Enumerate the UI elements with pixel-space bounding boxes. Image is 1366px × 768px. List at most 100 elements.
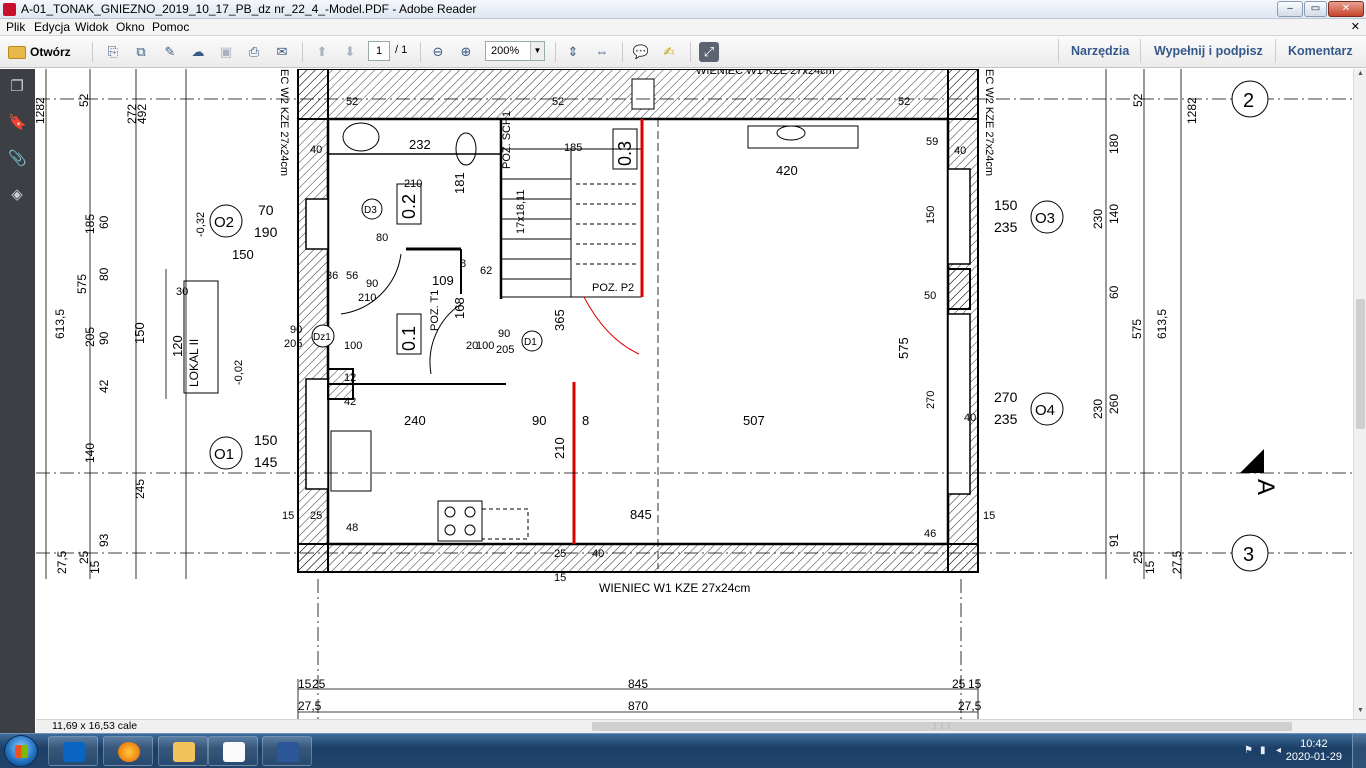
edit-icon[interactable]: ✎: [160, 42, 180, 62]
room-0-3: 0.3: [615, 141, 635, 166]
menu-widok[interactable]: Widok: [75, 20, 108, 34]
layers-icon[interactable]: ◈: [8, 185, 26, 205]
axis-2: 2: [1243, 90, 1254, 112]
sd-46: 46: [924, 528, 936, 540]
tag-o3-top: 150: [994, 197, 1018, 213]
pages-icon[interactable]: ❐: [8, 77, 26, 97]
sd-20: 20: [466, 340, 478, 352]
floor-plan-drawing: 1282 272 492 613,5 245 93 27,5 52 185 60…: [36, 69, 1353, 719]
close-document-icon[interactable]: ✕: [1351, 20, 1360, 33]
axis-markers: 2 3 A: [1231, 80, 1279, 572]
flag-icon[interactable]: ⚑: [1244, 745, 1256, 757]
taskbar-explorer[interactable]: [158, 736, 208, 766]
chevron-down-icon[interactable]: ▼: [530, 42, 544, 60]
tools-link[interactable]: Narzędzia: [1071, 44, 1129, 58]
label-181: 181: [452, 172, 467, 194]
open-button[interactable]: Otwórz: [6, 42, 71, 62]
sd-15b: 15: [983, 510, 995, 522]
attachment-icon[interactable]: 📎: [8, 149, 27, 169]
upload-cloud-icon[interactable]: ☁: [188, 42, 208, 62]
toolbar-separator: [302, 42, 303, 62]
beam-label-top: WIENIEC W1 KZE 27x24cm: [696, 69, 835, 77]
bd-15b: 15: [968, 677, 982, 691]
save-icon[interactable]: ▣: [216, 42, 236, 62]
label-420: 420: [776, 163, 798, 178]
sd-52b: 52: [552, 96, 564, 108]
taskbar-firefox[interactable]: [103, 736, 153, 766]
dim-right-180: 180: [1107, 134, 1121, 154]
sd-150: 150: [925, 206, 937, 224]
fill-sign-link[interactable]: Wypełnij i podpisz: [1154, 44, 1263, 58]
toolbar-separator: [1275, 39, 1276, 63]
poz-t1: POZ. T1: [429, 290, 441, 331]
show-desktop-button[interactable]: [1352, 734, 1366, 768]
label-150-left: 150: [132, 322, 147, 344]
highlight-icon[interactable]: ✍: [659, 42, 679, 62]
scroll-up-icon[interactable]: ▲: [1355, 70, 1366, 81]
fit-page-icon[interactable]: ⇕: [563, 42, 583, 62]
sd-40d: 40: [592, 548, 604, 560]
email-icon[interactable]: ✉: [272, 42, 292, 62]
bookmark-icon[interactable]: 🔖: [8, 113, 27, 133]
document-view[interactable]: 1282 272 492 613,5 245 93 27,5 52 185 60…: [36, 69, 1353, 719]
dim-left-6135: 613,5: [53, 309, 67, 339]
zoom-out-icon[interactable]: ⊖: [428, 42, 448, 62]
comment-link[interactable]: Komentarz: [1288, 44, 1353, 58]
zoom-select[interactable]: 200% ▼: [485, 41, 545, 61]
label-120: 120: [170, 335, 185, 357]
menu-pomoc[interactable]: Pomoc: [152, 20, 189, 34]
toolbar-separator: [420, 42, 421, 62]
toolbar-separator: [1140, 39, 1141, 63]
menu-okno[interactable]: Okno: [116, 20, 145, 34]
sd-205: 205: [496, 344, 514, 356]
next-page-icon[interactable]: ⬇: [340, 42, 360, 62]
tag-o1-bottom: 145: [254, 454, 278, 470]
sd-185: 185: [564, 142, 582, 154]
combine-files-icon[interactable]: ⧉: [131, 42, 151, 62]
taskbar-outlook[interactable]: [48, 736, 98, 766]
sd-205b: 205: [284, 338, 302, 350]
scroll-down-icon[interactable]: ▼: [1355, 707, 1366, 718]
horizontal-scrollbar-thumb[interactable]: ⋮⋮⋮: [592, 722, 1292, 731]
menu-edycja[interactable]: Edycja: [34, 20, 70, 34]
network-icon[interactable]: ▮: [1260, 745, 1272, 757]
tag-o2: O2: [214, 214, 234, 231]
scrollbar-thumb[interactable]: [1356, 299, 1365, 429]
taskbar-document[interactable]: [208, 736, 258, 766]
room-0-1: 0.1: [399, 326, 419, 351]
fullscreen-icon[interactable]: ⤢: [699, 42, 719, 62]
level-002: -0,02: [233, 360, 245, 385]
previous-page-icon[interactable]: ⬆: [312, 42, 332, 62]
bd-25a: 25: [312, 677, 326, 691]
label-168: 168: [452, 297, 467, 319]
start-button[interactable]: [4, 735, 38, 767]
clock[interactable]: 10:42 2020-01-29: [1286, 738, 1342, 764]
tag-o4-bottom: 235: [994, 411, 1018, 427]
close-button[interactable]: ✕: [1328, 1, 1364, 17]
sd-90b: 90: [290, 324, 302, 336]
minimize-button[interactable]: –: [1277, 1, 1303, 17]
bd-15a: 15: [298, 677, 312, 691]
room-0-2: 0.2: [399, 194, 419, 219]
maximize-button[interactable]: ▭: [1304, 1, 1327, 17]
taskbar: ⚑ ▮ ◂ 10:42 2020-01-29: [0, 733, 1366, 768]
sd-100b: 100: [476, 340, 494, 352]
sd-270: 270: [925, 391, 937, 409]
sd-59: 59: [926, 136, 938, 148]
windows-logo-icon: [15, 745, 28, 758]
zoom-in-icon[interactable]: ⊕: [456, 42, 476, 62]
sd-56: 56: [346, 270, 358, 282]
vertical-scrollbar[interactable]: ▲ ▼: [1353, 69, 1366, 719]
comment-icon[interactable]: 💬: [631, 42, 651, 62]
fit-width-icon[interactable]: ⇔: [592, 42, 612, 62]
sd-25b: 25: [554, 548, 566, 560]
tag-o4: O4: [1035, 402, 1055, 419]
print-icon[interactable]: ⎙: [244, 42, 264, 62]
create-pdf-icon[interactable]: ⎘: [103, 42, 123, 62]
dim-left-90: 90: [97, 331, 111, 345]
tag-o4-top: 270: [994, 389, 1018, 405]
dim-left-42: 42: [97, 379, 111, 393]
taskbar-word[interactable]: [262, 736, 312, 766]
menu-plik[interactable]: Plik: [6, 20, 25, 34]
page-number-input[interactable]: 1: [368, 41, 390, 61]
